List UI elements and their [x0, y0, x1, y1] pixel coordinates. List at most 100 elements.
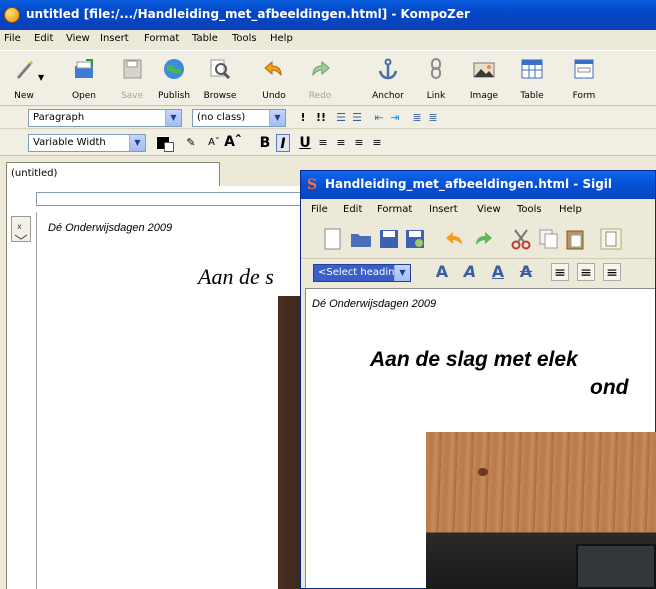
bold-icon[interactable]: B	[258, 134, 272, 152]
align-right-icon[interactable]: ≡	[603, 263, 621, 281]
kompozer-document-header: Dé Onderwijsdagen 2009	[48, 222, 173, 234]
sigil-menu-format[interactable]: Format	[377, 204, 412, 215]
open-folder-icon	[75, 59, 93, 78]
kompozer-tag-path-field[interactable]	[36, 192, 306, 206]
photo-tablet-screen	[576, 544, 656, 589]
sigil-menu-tools[interactable]: Tools	[517, 204, 542, 215]
save-as-icon[interactable]	[403, 227, 427, 251]
menu-table[interactable]: Table	[192, 33, 218, 44]
kompozer-composition-toolbar: New ▼ Open Save Publish Browse Undo Redo	[0, 50, 656, 106]
strikethrough-icon[interactable]: A	[517, 263, 535, 281]
align-left-icon[interactable]: ≡	[316, 134, 330, 152]
sigil-menu-file[interactable]: File	[311, 204, 328, 215]
sigil-document-header: Dé Onderwijsdagen 2009	[312, 298, 437, 310]
new-file-icon[interactable]	[321, 227, 345, 251]
save-icon[interactable]	[377, 227, 401, 251]
emphasis-icon[interactable]: !	[298, 109, 308, 127]
sigil-menu-view[interactable]: View	[477, 204, 501, 215]
strong-emphasis-icon[interactable]: !!	[314, 109, 328, 127]
menu-help[interactable]: Help	[270, 33, 293, 44]
anchor-icon	[378, 58, 398, 80]
table-button[interactable]: Table	[508, 53, 556, 103]
paragraph-format-select[interactable]: Paragraph ▼	[28, 109, 182, 127]
definition-desc-icon[interactable]: ≣	[426, 109, 440, 127]
kompozer-format-toolbar-1: Paragraph ▼ (no class) ▼ ! !! ☰ ☰ ⇤ ⇥ ≣ …	[0, 107, 656, 129]
link-button[interactable]: Link	[412, 53, 460, 103]
menu-file[interactable]: File	[4, 33, 21, 44]
menu-view[interactable]: View	[66, 33, 90, 44]
sigil-main-toolbar	[301, 219, 655, 259]
table-icon	[521, 59, 543, 79]
italic-icon[interactable]: A	[461, 263, 479, 281]
link-chain-icon	[431, 58, 441, 79]
chevron-down-icon: ▼	[394, 265, 410, 281]
underline-icon[interactable]: A	[489, 263, 507, 281]
sigil-menu-edit[interactable]: Edit	[343, 204, 362, 215]
sidebar-toggle-icon[interactable]: x	[11, 216, 31, 242]
bulleted-list-icon[interactable]: ☰	[350, 109, 364, 127]
sigil-menu-insert[interactable]: Insert	[429, 204, 458, 215]
browse-button[interactable]: Browse	[196, 53, 244, 103]
publish-button[interactable]: Publish	[150, 53, 198, 103]
open-folder-icon[interactable]	[349, 227, 373, 251]
save-disk-icon	[123, 59, 142, 79]
redo-arrow-icon	[312, 60, 330, 77]
book-view-icon[interactable]	[599, 227, 623, 251]
sigil-format-toolbar: <Select heading> ▼ A A A A ≡ ≡ ≡	[301, 260, 655, 286]
smaller-font-icon[interactable]: Aˇ	[206, 134, 222, 152]
kompozer-title-bar[interactable]: untitled [file:/.../Handleiding_met_afbe…	[0, 0, 656, 30]
photo-wood-knot	[478, 468, 488, 476]
heading-select[interactable]: <Select heading> ▼	[313, 264, 411, 282]
align-center-icon[interactable]: ≡	[577, 263, 595, 281]
kompozer-logo-icon	[4, 7, 20, 23]
form-icon	[574, 59, 594, 79]
class-select[interactable]: (no class) ▼	[192, 109, 286, 127]
copy-icon[interactable]	[537, 227, 561, 251]
sigil-document-title-line1: Aan de slag met elek	[370, 348, 578, 371]
align-right-icon[interactable]: ≡	[352, 134, 366, 152]
sigil-title-bar[interactable]: S Handleiding_met_afbeeldingen.html - Si…	[301, 171, 655, 199]
sigil-document-photo	[426, 432, 656, 589]
numbered-list-icon[interactable]: ☰	[334, 109, 348, 127]
redo-icon[interactable]	[471, 227, 495, 251]
new-dropdown-chevron-icon[interactable]: ▼	[38, 73, 44, 82]
larger-font-icon[interactable]: Aˆ	[224, 133, 242, 151]
align-justify-icon[interactable]: ≡	[370, 134, 384, 152]
definition-term-icon[interactable]: ≣	[410, 109, 424, 127]
underline-icon[interactable]: U	[298, 134, 312, 152]
align-center-icon[interactable]: ≡	[334, 134, 348, 152]
new-page-icon	[17, 61, 33, 79]
open-button[interactable]: Open	[60, 53, 108, 103]
menu-tools[interactable]: Tools	[232, 33, 257, 44]
save-button[interactable]: Save	[108, 53, 156, 103]
undo-button[interactable]: Undo	[250, 53, 298, 103]
menu-insert[interactable]: Insert	[100, 33, 129, 44]
redo-button[interactable]: Redo	[296, 53, 344, 103]
indent-icon[interactable]: ⇥	[388, 109, 402, 127]
anchor-button[interactable]: Anchor	[364, 53, 412, 103]
highlight-pen-icon[interactable]: ✎	[184, 134, 198, 152]
align-left-icon[interactable]: ≡	[551, 263, 569, 281]
sigil-window-title: Handleiding_met_afbeeldingen.html - Sigi…	[325, 177, 613, 191]
kompozer-document-photo	[278, 296, 300, 589]
undo-icon[interactable]	[443, 227, 467, 251]
menu-edit[interactable]: Edit	[34, 33, 53, 44]
outdent-icon[interactable]: ⇤	[372, 109, 386, 127]
italic-icon[interactable]: I	[276, 134, 290, 152]
bold-icon[interactable]: A	[433, 263, 451, 281]
svg-text:x: x	[17, 222, 22, 231]
chevron-down-icon: ▼	[165, 110, 181, 126]
cut-scissors-icon[interactable]	[509, 227, 533, 251]
publish-globe-icon	[164, 59, 184, 79]
font-width-select[interactable]: Variable Width ▼	[28, 134, 146, 152]
form-button[interactable]: Form	[560, 53, 608, 103]
sigil-menu-bar: File Edit Format Insert View Tools Help	[301, 199, 655, 219]
tab-untitled[interactable]: (untitled)	[6, 162, 220, 186]
browse-magnifier-icon	[210, 59, 231, 80]
sigil-menu-help[interactable]: Help	[559, 204, 582, 215]
chevron-down-icon: ▼	[269, 110, 285, 126]
background-color-swatch[interactable]	[164, 142, 174, 152]
image-button[interactable]: Image	[460, 53, 508, 103]
paste-icon[interactable]	[563, 227, 587, 251]
menu-format[interactable]: Format	[144, 33, 179, 44]
